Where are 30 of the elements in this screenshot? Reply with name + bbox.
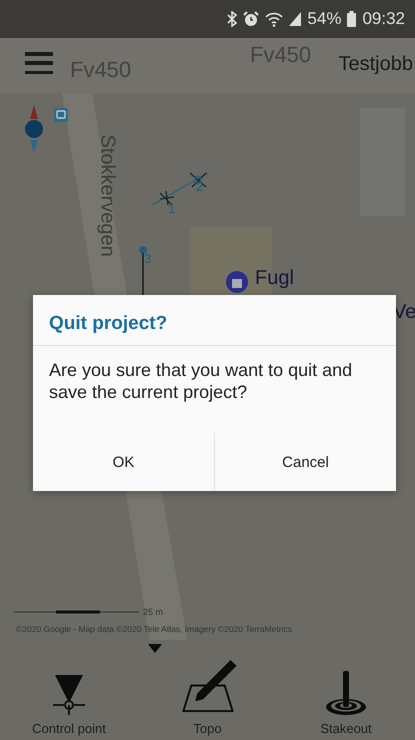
battery-icon: [347, 11, 356, 27]
shop-pin-icon: [226, 271, 248, 293]
tool-button[interactable]: Control point: [0, 658, 138, 736]
clock-time: 09:32: [362, 9, 405, 29]
dialog-button[interactable]: OK: [33, 433, 214, 491]
signal-icon: [289, 12, 302, 26]
map-place-label: Fugl: [255, 267, 294, 290]
point-number: 1: [168, 201, 176, 216]
menu-button[interactable]: [25, 52, 53, 74]
map-attribution: ©2020 Google - Map data ©2020 Tele Atlas, Imagery ©2020 TerraMetrics: [16, 624, 292, 634]
bus-stop-icon: [54, 108, 68, 122]
dialog-button[interactable]: Cancel: [214, 433, 396, 491]
point-number: 3: [144, 251, 152, 266]
scale-label: 25 m: [143, 607, 164, 617]
street-label: Stokkervegen: [96, 134, 118, 254]
compass-icon: [24, 105, 44, 155]
triangle-point-icon: [51, 675, 87, 715]
wifi-icon: [265, 12, 284, 26]
battery-percent: 54%: [307, 9, 342, 29]
project-title: Testjobb: [338, 53, 413, 76]
target-stake-icon: [325, 671, 367, 715]
dialog-title: Quit project?: [48, 312, 168, 336]
point-number: 2: [196, 179, 204, 194]
dialog-message: Are you sure that you want to quit and save the current project?: [48, 359, 354, 403]
alarm-clock-icon: [243, 11, 260, 27]
tool-button[interactable]: Topo: [138, 658, 276, 736]
scale-bar-icon: [14, 609, 139, 615]
tool-button[interactable]: Stakeout: [277, 658, 415, 736]
collapse-arrow-icon[interactable]: [148, 644, 162, 653]
bluetooth-icon: [227, 11, 238, 27]
